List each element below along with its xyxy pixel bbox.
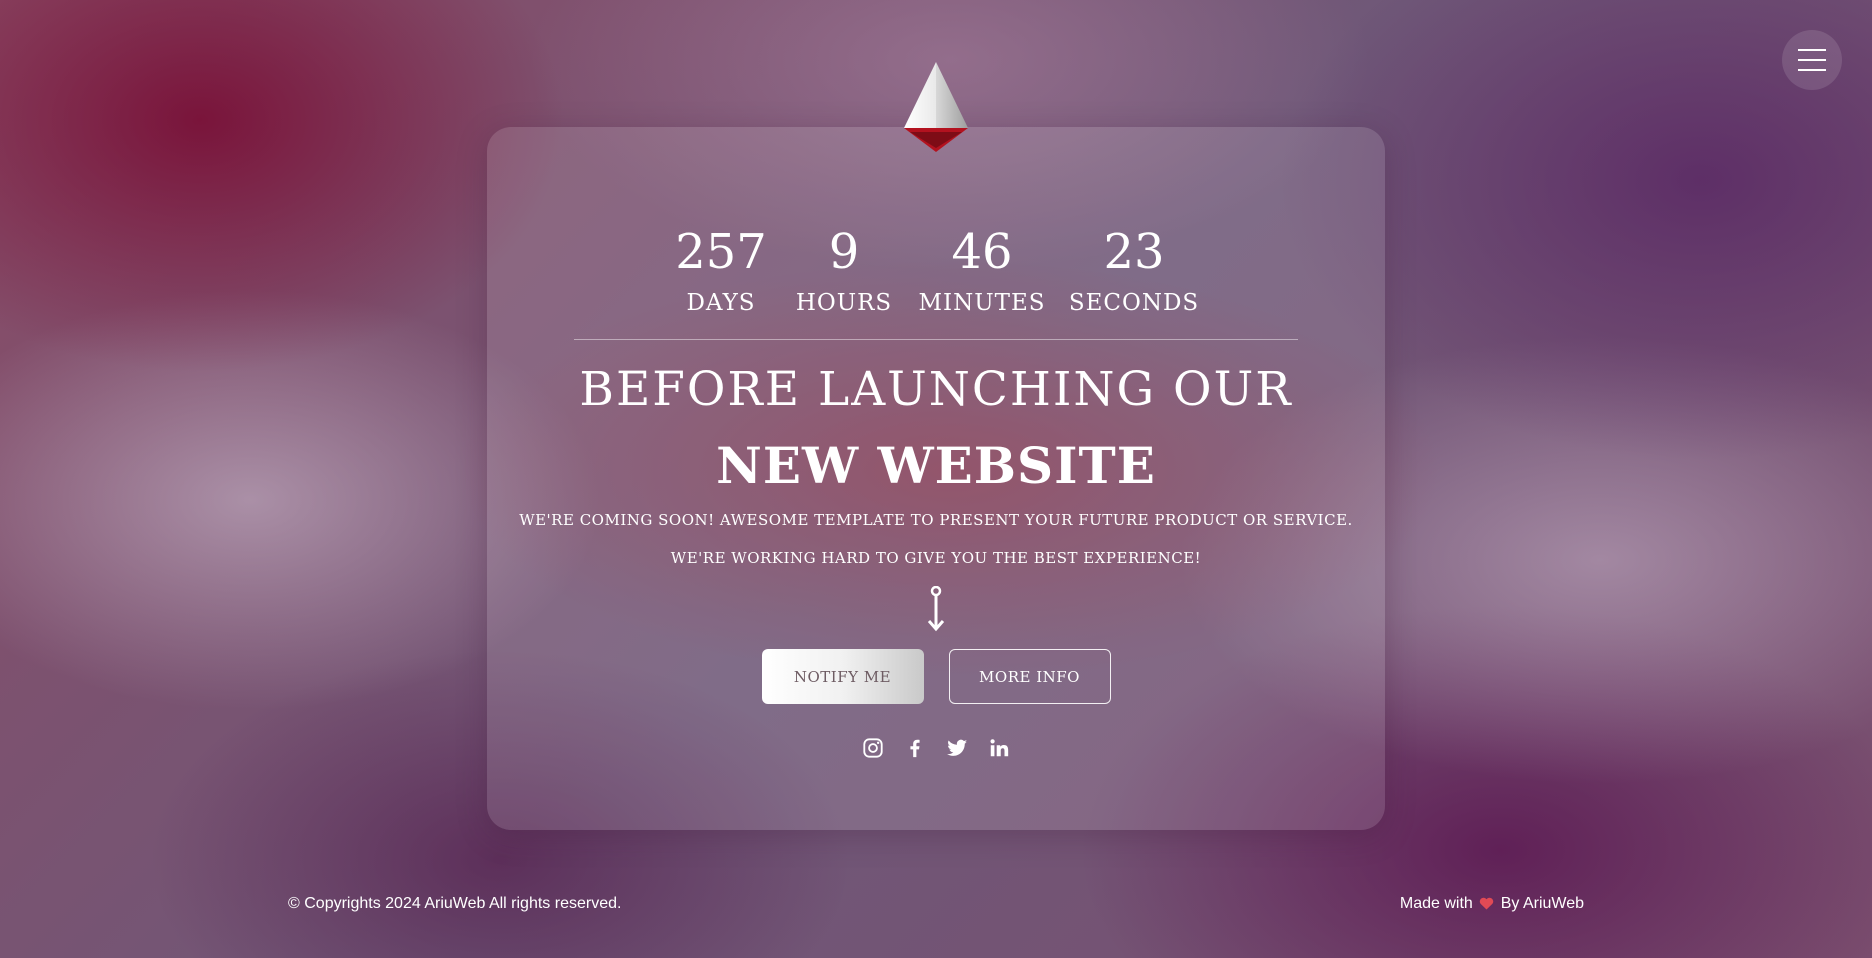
linkedin-icon[interactable] <box>988 737 1010 759</box>
instagram-icon[interactable] <box>862 737 884 759</box>
hours-label: HOURS <box>795 290 893 316</box>
menu-bar <box>1798 69 1826 71</box>
social-links <box>0 737 1872 759</box>
headline-line-1: BEFORE LAUNCHING OUR <box>579 362 1293 417</box>
menu-bar <box>1798 59 1826 61</box>
minutes-label: MINUTES <box>918 290 1046 316</box>
divider-line <box>574 339 1298 340</box>
made-with-credit: Made with By AriuWeb <box>1380 895 1584 913</box>
headline-line-2: NEW WEBSITE <box>716 436 1156 495</box>
copyright-text: © Copyrights 2024 AriuWeb All rights res… <box>288 895 622 912</box>
countdown-hours: 9 HOURS <box>789 222 899 316</box>
tagline-working-hard: WE'RE WORKING HARD TO GIVE YOU THE BEST … <box>670 549 1202 567</box>
pyramid-logo-icon <box>904 62 968 152</box>
tagline-coming-soon: WE'RE COMING SOON! AWESOME TEMPLATE TO P… <box>519 511 1353 529</box>
facebook-icon[interactable] <box>904 737 926 759</box>
seconds-value: 23 <box>1103 224 1165 280</box>
days-label: DAYS <box>686 290 756 316</box>
menu-bar <box>1798 49 1826 51</box>
scroll-down-arrow-icon[interactable] <box>926 586 946 634</box>
countdown-minutes: 46 MINUTES <box>917 222 1047 316</box>
days-value: 257 <box>675 224 767 280</box>
countdown-seconds: 23 SECONDS <box>1069 222 1199 316</box>
twitter-icon[interactable] <box>946 737 968 759</box>
minutes-value: 46 <box>951 224 1013 280</box>
heart-icon <box>1480 897 1494 910</box>
more-info-button[interactable]: MORE INFO <box>948 649 1111 704</box>
made-with-suffix[interactable]: By AriuWeb <box>1501 895 1584 912</box>
action-buttons: NOTIFY ME MORE INFO <box>0 649 1872 704</box>
hamburger-menu-icon[interactable] <box>1782 30 1842 90</box>
hours-value: 9 <box>828 224 860 280</box>
made-with-prefix: Made with <box>1399 895 1473 912</box>
seconds-label: SECONDS <box>1068 290 1200 316</box>
countdown-timer: 257 DAYS 9 HOURS 46 MINUTES 23 SECONDS <box>0 222 1872 316</box>
notify-me-button[interactable]: NOTIFY ME <box>761 649 924 704</box>
countdown-days: 257 DAYS <box>673 222 769 316</box>
